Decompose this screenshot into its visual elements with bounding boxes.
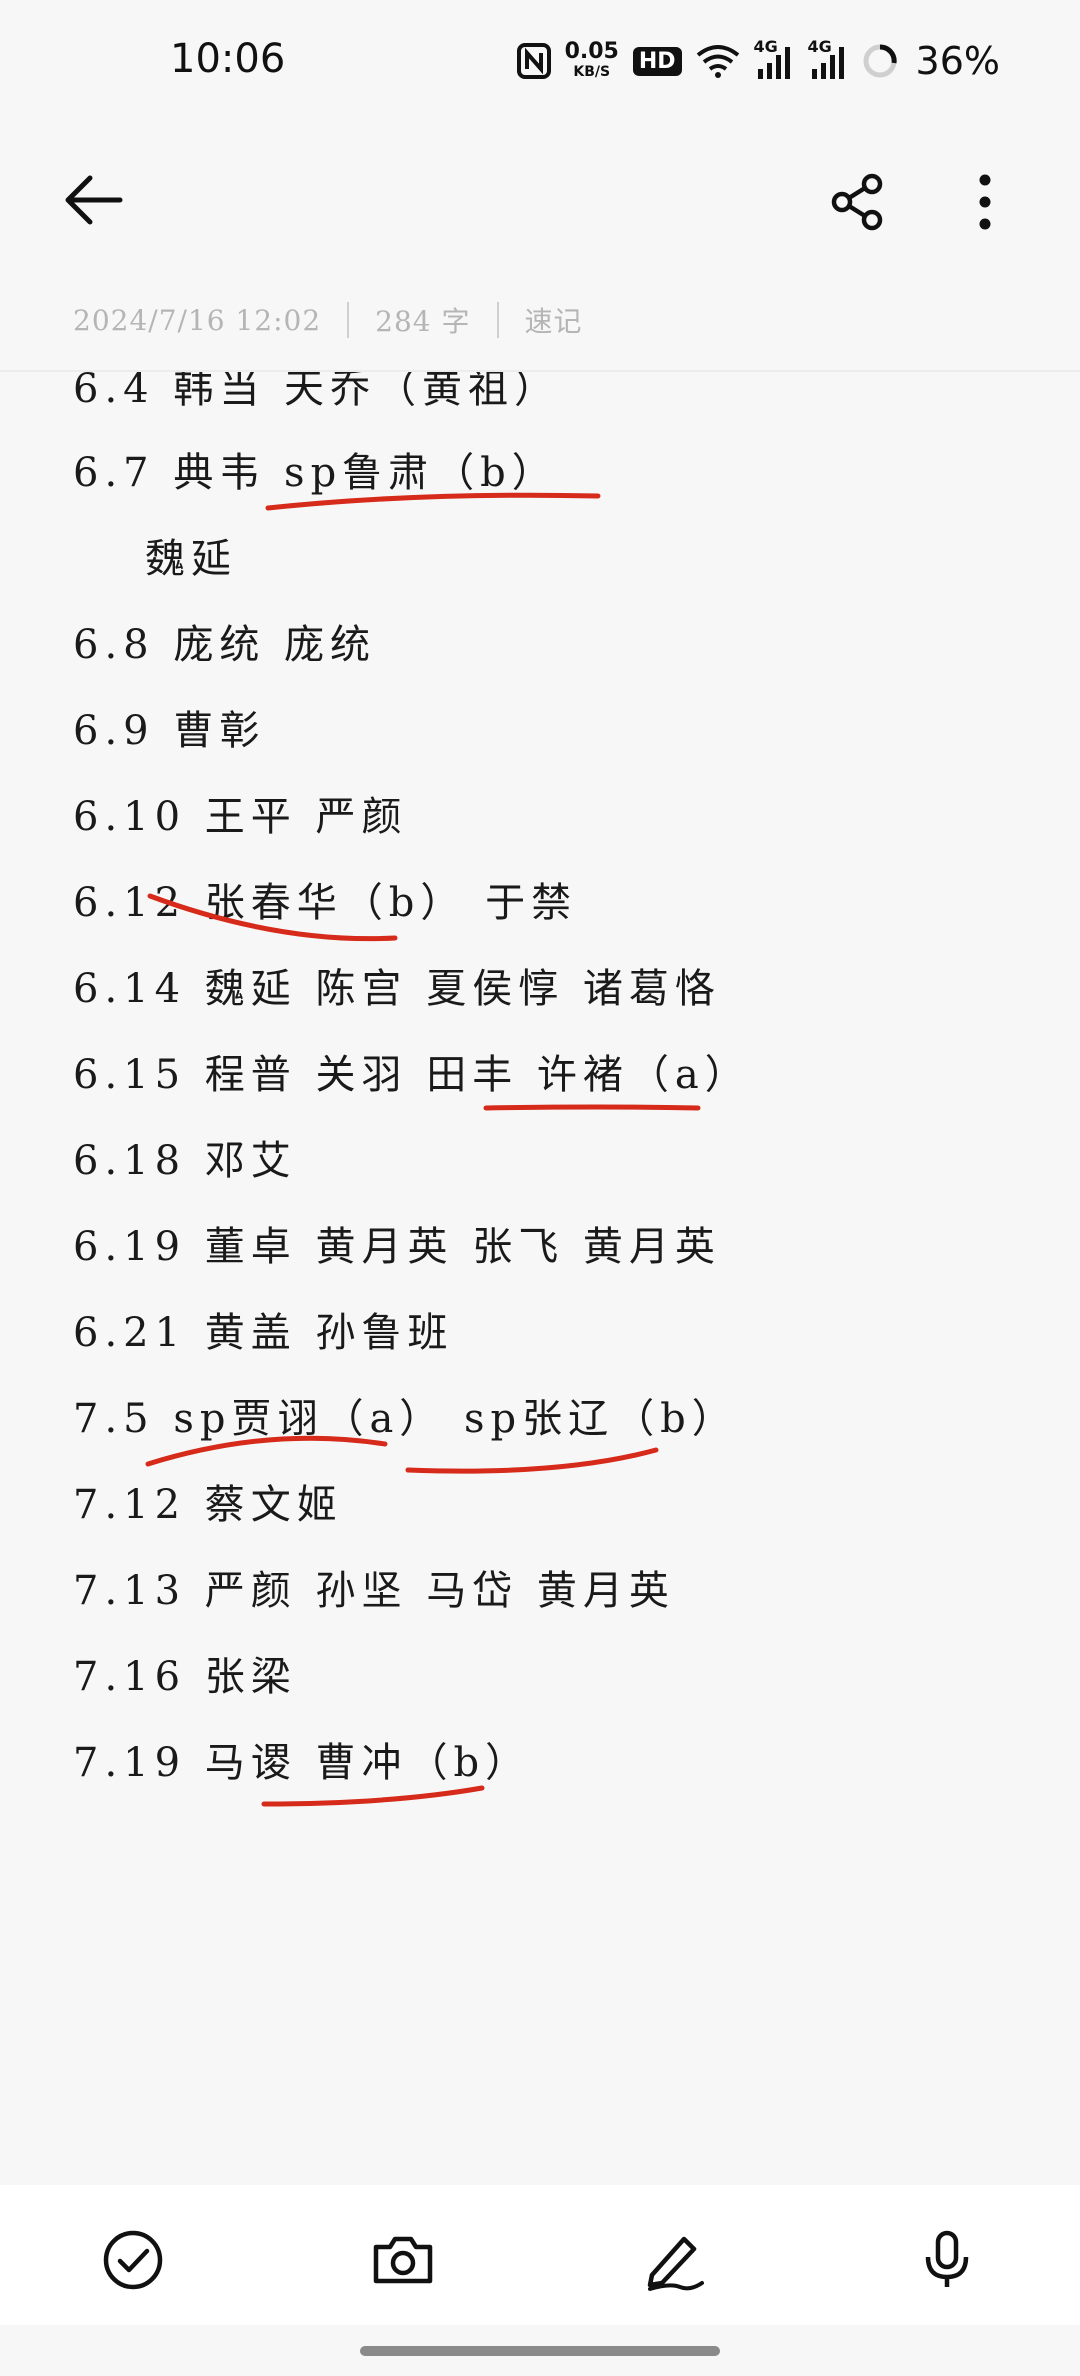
- status-icons: 0.05 KB/S HD 4G 4G 36%: [516, 36, 1000, 86]
- note-line: 7.12 蔡文姬: [73, 1482, 343, 1528]
- network-speed-unit: KB/S: [573, 64, 611, 80]
- check-circle-icon: [103, 2230, 163, 2290]
- status-bar: 10:06 0.05 KB/S HD 4G 4G 36%: [0, 0, 1080, 120]
- note-line: 6.9 曹彰: [73, 708, 266, 754]
- hd-badge: HD: [632, 46, 682, 76]
- nfc-icon: [516, 43, 551, 79]
- signal-strength-2: 4G: [808, 37, 848, 79]
- network-speed: 0.05 KB/S: [565, 41, 619, 81]
- checklist-button[interactable]: [98, 2225, 168, 2295]
- network-speed-value: 0.05: [564, 39, 619, 64]
- note-line: 魏延: [145, 536, 237, 582]
- note-line: 6.8 庞统 庞统: [73, 622, 377, 668]
- battery-ring-icon: [863, 44, 897, 78]
- note-date: 2024/7/16 12:02: [73, 303, 322, 337]
- app-bar: [0, 150, 1080, 250]
- meta-separator: [347, 302, 350, 338]
- signal-label-1: 4G: [753, 37, 778, 56]
- note-line: 6.21 黄盖 孙鲁班: [73, 1310, 454, 1356]
- more-vertical-icon: [979, 174, 991, 230]
- note-line: 7.13 严颜 孙坚 马岱 黄月英: [73, 1568, 675, 1614]
- arrow-left-icon: [65, 175, 123, 225]
- note-line: 7.5 sp贾诩（a） sp张辽（b）: [73, 1396, 738, 1442]
- signal-label-2: 4G: [807, 37, 832, 56]
- home-indicator[interactable]: [360, 2346, 720, 2356]
- note-line: 7.19 马谡 曹冲（b）: [73, 1740, 532, 1786]
- mic-icon: [925, 2230, 969, 2287]
- note-line: 6.19 董卓 黄月英 张飞 黄月英: [73, 1224, 721, 1270]
- pen-icon: [647, 2236, 704, 2291]
- note-word-count: 284 字: [375, 305, 471, 338]
- note-line: 6.12 张春华（b） 于禁: [73, 880, 578, 926]
- signal-strength-1: 4G: [754, 37, 794, 79]
- hd-badge-label: HD: [638, 48, 676, 74]
- share-button[interactable]: [826, 170, 890, 234]
- battery-percent: 36%: [915, 39, 1000, 83]
- note-meta: 2024/7/16 12:02 284 字 速记: [73, 300, 583, 340]
- note-line: 6.15 程普 关羽 田丰 许褚（a）: [73, 1052, 751, 1098]
- handwriting-pen-button[interactable]: [640, 2225, 710, 2295]
- camera-button[interactable]: [368, 2225, 438, 2295]
- note-line: 6.4 韩当 天乔（黄祖）: [73, 372, 561, 412]
- note-category: 速记: [524, 305, 583, 338]
- note-line: 6.14 魏延 陈宫 夏侯惇 诸葛恪: [73, 966, 721, 1012]
- bottom-toolbar: [0, 2185, 1080, 2325]
- handwriting-canvas[interactable]: 6.4 韩当 天乔（黄祖） 6.7 典韦 sp鲁肃（b） 魏延 6.8 庞统 庞…: [0, 372, 1080, 2172]
- status-time: 10:06: [170, 36, 286, 82]
- camera-icon: [373, 2236, 433, 2284]
- note-line: 6.10 王平 严颜: [73, 794, 408, 840]
- note-line: 6.7 典韦 sp鲁肃（b）: [73, 450, 558, 496]
- more-options-button[interactable]: [955, 170, 1015, 234]
- share-icon: [831, 173, 883, 231]
- underline-stroke: [261, 1785, 485, 1807]
- underline-stroke: [405, 1447, 659, 1474]
- note-line: 7.16 张梁: [73, 1654, 297, 1700]
- voice-record-button[interactable]: [912, 2225, 982, 2295]
- back-button[interactable]: [60, 170, 130, 230]
- underline-stroke: [483, 1104, 701, 1111]
- wifi-icon: [696, 45, 739, 78]
- meta-separator: [496, 302, 499, 338]
- note-line: 6.18 邓艾: [73, 1138, 297, 1184]
